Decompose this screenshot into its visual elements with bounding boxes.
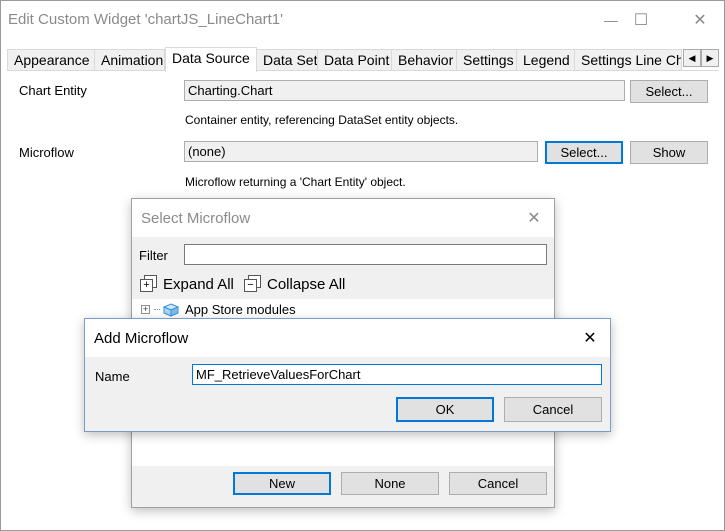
add-microflow-titlebar: Add Microflow ✕: [85, 319, 610, 357]
select-microflow-close-button[interactable]: ✕: [524, 208, 544, 228]
chevron-left-icon: ◀: [688, 52, 696, 63]
name-input[interactable]: MF_RetrieveValuesForChart: [192, 364, 602, 385]
chart-entity-field: Charting.Chart: [184, 80, 625, 101]
tab-data-source[interactable]: Data Source: [165, 47, 257, 72]
title-bar: Edit Custom Widget 'chartJS_LineChart1' …: [1, 1, 724, 39]
microflow-hint: Microflow returning a 'Chart Entity' obj…: [185, 175, 406, 189]
maximize-icon: ☐: [633, 12, 649, 29]
tab-strip: Appearance Animation Data Source Data Se…: [7, 47, 719, 72]
tree-connector: [154, 309, 160, 310]
tab-settings-line-chart[interactable]: Settings Line Cha: [574, 49, 682, 71]
tab-settings[interactable]: Settings: [456, 49, 517, 71]
chart-entity-label: Chart Entity: [19, 83, 87, 98]
tree-item-app-store-modules[interactable]: + App Store modules: [141, 302, 296, 317]
collapse-all-icon: −: [244, 275, 262, 293]
tab-data-set[interactable]: Data Set: [256, 49, 318, 71]
chevron-right-icon: ▶: [706, 52, 714, 63]
window-close-button[interactable]: ✕: [677, 7, 723, 33]
microflow-label: Microflow: [19, 145, 74, 160]
none-button[interactable]: None: [341, 472, 439, 495]
expand-all-icon: +: [140, 275, 158, 293]
chart-entity-select-button[interactable]: Select...: [630, 80, 708, 103]
filter-input[interactable]: [184, 244, 547, 265]
select-microflow-title: Select Microflow: [141, 210, 251, 227]
tab-divider: [7, 70, 719, 71]
window-title: Edit Custom Widget 'chartJS_LineChart1': [8, 11, 284, 28]
chart-entity-hint: Container entity, referencing DataSet en…: [185, 113, 459, 127]
minimize-icon: —: [604, 12, 618, 28]
close-icon: ✕: [693, 12, 707, 29]
select-microflow-titlebar: Select Microflow ✕: [132, 199, 554, 237]
add-microflow-close-button[interactable]: ✕: [580, 328, 600, 348]
tab-scroll-right-button[interactable]: ▶: [701, 49, 719, 67]
microflow-show-button[interactable]: Show: [630, 141, 708, 164]
new-button[interactable]: New: [233, 472, 331, 495]
tab-scroll-left-button[interactable]: ◀: [683, 49, 701, 67]
filter-label: Filter: [139, 248, 168, 263]
tree-item-label: App Store modules: [185, 302, 296, 317]
microflow-field: (none): [184, 141, 538, 162]
maximize-button[interactable]: ☐: [618, 7, 664, 33]
collapse-all-label: Collapse All: [267, 275, 346, 293]
collapse-all-button[interactable]: − Collapse All: [244, 275, 345, 293]
tab-behavior[interactable]: Behavior: [391, 49, 457, 71]
close-icon: ✕: [527, 210, 541, 227]
select-cancel-button[interactable]: Cancel: [449, 472, 547, 495]
add-cancel-button[interactable]: Cancel: [504, 397, 602, 422]
expand-all-label: Expand All: [163, 275, 234, 293]
module-box-icon: [162, 302, 180, 317]
name-label: Name: [95, 369, 130, 384]
tab-legend[interactable]: Legend: [516, 49, 575, 71]
microflow-select-button[interactable]: Select...: [545, 141, 623, 164]
add-microflow-title: Add Microflow: [94, 330, 189, 347]
tab-appearance[interactable]: Appearance: [7, 49, 95, 71]
tab-data-point[interactable]: Data Point: [317, 49, 392, 71]
add-microflow-dialog: Add Microflow ✕ Name MF_RetrieveValuesFo…: [84, 318, 611, 432]
close-icon: ✕: [583, 330, 597, 347]
ok-button[interactable]: OK: [396, 397, 494, 422]
tab-animation[interactable]: Animation: [94, 49, 165, 71]
expand-all-button[interactable]: + Expand All: [140, 275, 234, 293]
expand-icon[interactable]: +: [141, 305, 150, 314]
